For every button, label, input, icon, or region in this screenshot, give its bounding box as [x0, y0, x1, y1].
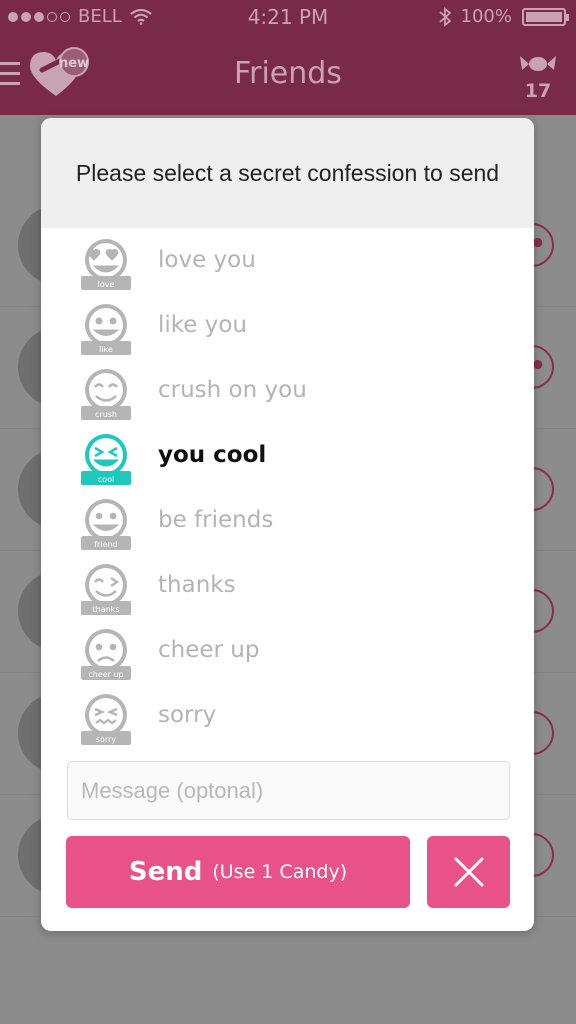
- confession-option[interactable]: sorry sorry: [41, 686, 534, 751]
- confession-option[interactable]: love love you: [41, 231, 534, 296]
- icon-caption: cool: [98, 475, 114, 484]
- message-input[interactable]: [67, 761, 510, 820]
- love-face-icon: love: [80, 236, 132, 292]
- dialog-title: Please select a secret confession to sen…: [75, 159, 500, 186]
- icon-caption: like: [99, 345, 113, 354]
- nav-bar: new Friends 17: [0, 36, 576, 115]
- icon-caption: crush: [95, 410, 117, 419]
- status-right: 100%: [438, 6, 569, 27]
- battery-percent: 100%: [460, 6, 512, 27]
- confession-option[interactable]: cheer up cheer up: [41, 621, 534, 686]
- option-label: you cool: [158, 442, 267, 468]
- friend-face-icon: friend: [80, 496, 132, 552]
- cool-face-icon: cool: [80, 431, 132, 487]
- crush-face-icon: crush: [80, 366, 132, 422]
- icon-caption: thanks: [93, 605, 120, 614]
- confession-option[interactable]: cool you cool: [41, 426, 534, 491]
- icon-caption: friend: [94, 540, 117, 549]
- top-bar: BELL 4:21 PM 100% new Friends 17: [0, 0, 576, 115]
- like-face-icon: like: [80, 301, 132, 357]
- send-sublabel: (Use 1 Candy): [212, 861, 348, 883]
- option-label: love you: [158, 247, 256, 273]
- confession-dialog: Please select a secret confession to sen…: [41, 118, 534, 931]
- icon-caption: cheer up: [88, 670, 123, 679]
- option-label: crush on you: [158, 377, 307, 403]
- status-bar: BELL 4:21 PM 100%: [0, 0, 576, 36]
- confession-option[interactable]: crush crush on you: [41, 361, 534, 426]
- confession-option[interactable]: friend be friends: [41, 491, 534, 556]
- option-label: be friends: [158, 507, 274, 533]
- candy-icon: [520, 56, 556, 71]
- option-label: like you: [158, 312, 248, 338]
- thanks-face-icon: thanks: [80, 561, 132, 617]
- option-label: thanks: [158, 572, 236, 598]
- candy-count: 17: [524, 80, 552, 102]
- sorry-face-icon: sorry: [80, 691, 132, 747]
- confession-options: love love you like like you crush crush on yo…: [41, 231, 534, 751]
- bluetooth-icon: [438, 6, 451, 27]
- close-icon: [454, 857, 483, 887]
- dialog-header: Please select a secret confession to sen…: [41, 118, 534, 228]
- close-button[interactable]: [427, 836, 510, 908]
- confession-option[interactable]: thanks thanks: [41, 556, 534, 621]
- option-label: sorry: [158, 702, 217, 728]
- page-title: Friends: [234, 56, 342, 91]
- cheer-up-face-icon: cheer up: [80, 626, 132, 682]
- send-button[interactable]: Send (Use 1 Candy): [66, 836, 410, 908]
- send-label: Send: [128, 857, 203, 887]
- battery-icon: [522, 7, 569, 26]
- candy-counter[interactable]: 17: [518, 50, 558, 102]
- icon-caption: sorry: [96, 735, 117, 744]
- icon-caption: love: [98, 280, 115, 289]
- confession-option[interactable]: like like you: [41, 296, 534, 361]
- option-label: cheer up: [158, 637, 260, 663]
